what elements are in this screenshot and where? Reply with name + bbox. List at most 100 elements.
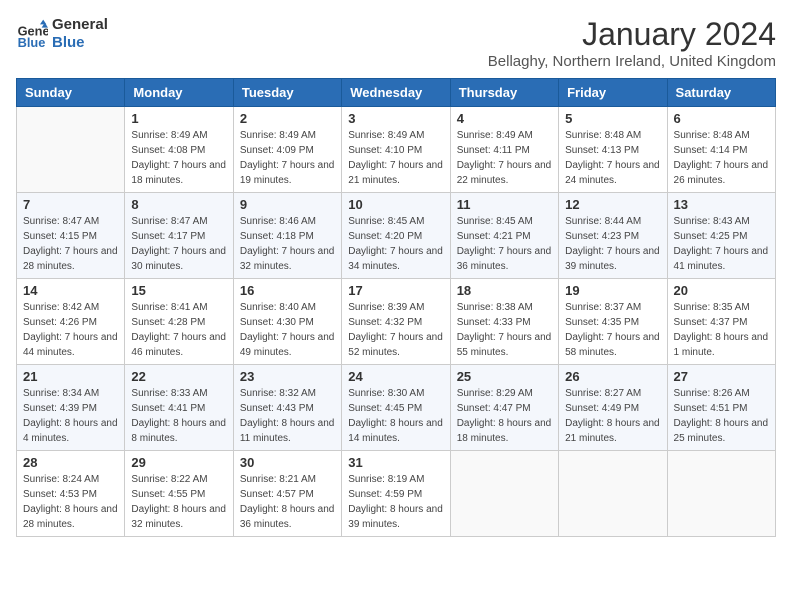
day-number: 7 [23,197,118,212]
calendar-cell: 1Sunrise: 8:49 AMSunset: 4:08 PMDaylight… [125,107,233,193]
svg-text:Blue: Blue [18,35,46,50]
day-number: 28 [23,455,118,470]
calendar-cell: 28 Sunrise: 8:24 AMSunset: 4:53 PMDayligh… [17,451,125,537]
page-header: General Blue General Blue January 2024 B… [16,16,776,70]
calendar-cell: 15 Sunrise: 8:41 AMSunset: 4:28 PMDayligh… [125,279,233,365]
calendar-cell: 17 Sunrise: 8:39 AMSunset: 4:32 PMDayligh… [342,279,450,365]
day-number: 19 [565,283,660,298]
day-number: 14 [23,283,118,298]
day-number: 29 [131,455,226,470]
calendar-cell: 31 Sunrise: 8:19 AMSunset: 4:59 PMDayligh… [342,451,450,537]
day-info: Sunrise: 8:49 AMSunset: 4:11 PMDaylight:… [457,128,552,188]
day-info: Sunrise: 8:45 AMSunset: 4:20 PMDaylight:… [348,214,443,274]
calendar-cell: 10 Sunrise: 8:45 AMSunset: 4:20 PMDayligh… [342,193,450,279]
day-info: Sunrise: 8:30 AMSunset: 4:45 PMDaylight:… [348,386,443,446]
calendar-cell [450,451,558,537]
day-number: 18 [457,283,552,298]
weekday-header-tuesday: Tuesday [233,79,341,107]
calendar-week-4: 21Sunrise: 8:34 AMSunset: 4:39 PMDayligh… [17,365,776,451]
weekday-header-thursday: Thursday [450,79,558,107]
calendar-cell: 27Sunrise: 8:26 AMSunset: 4:51 PMDayligh… [667,365,775,451]
day-info: Sunrise: 8:32 AMSunset: 4:43 PMDaylight:… [240,386,335,446]
weekday-header-row: SundayMondayTuesdayWednesdayThursdayFrid… [17,79,776,107]
calendar-cell: 25Sunrise: 8:29 AMSunset: 4:47 PMDayligh… [450,365,558,451]
day-number: 27 [674,369,769,384]
day-info: Sunrise: 8:49 AMSunset: 4:10 PMDaylight:… [348,128,443,188]
day-number: 4 [457,111,552,126]
month-title: January 2024 [488,16,776,53]
day-number: 23 [240,369,335,384]
day-number: 17 [348,283,443,298]
day-info: Sunrise: 8:39 AMSunset: 4:32 PMDaylight:… [348,300,443,360]
day-info: Sunrise: 8:49 AMSunset: 4:08 PMDaylight:… [131,128,226,188]
calendar-cell: 5 Sunrise: 8:48 AMSunset: 4:13 PMDaylight… [559,107,667,193]
day-info: Sunrise: 8:22 AMSunset: 4:55 PMDaylight:… [131,472,226,532]
calendar-cell: 22Sunrise: 8:33 AMSunset: 4:41 PMDayligh… [125,365,233,451]
calendar-table: SundayMondayTuesdayWednesdayThursdayFrid… [16,78,776,537]
calendar-cell: 11 Sunrise: 8:45 AMSunset: 4:21 PMDayligh… [450,193,558,279]
weekday-header-sunday: Sunday [17,79,125,107]
day-number: 9 [240,197,335,212]
weekday-header-saturday: Saturday [667,79,775,107]
calendar-cell [667,451,775,537]
day-info: Sunrise: 8:45 AMSunset: 4:21 PMDaylight:… [457,214,552,274]
day-number: 30 [240,455,335,470]
day-info: Sunrise: 8:35 AMSunset: 4:37 PMDaylight:… [674,300,769,360]
day-info: Sunrise: 8:38 AMSunset: 4:33 PMDaylight:… [457,300,552,360]
logo-icon: General Blue [16,18,48,50]
calendar-cell: 24 Sunrise: 8:30 AMSunset: 4:45 PMDayligh… [342,365,450,451]
calendar-cell: 20Sunrise: 8:35 AMSunset: 4:37 PMDayligh… [667,279,775,365]
calendar-cell [17,107,125,193]
day-number: 2 [240,111,335,126]
day-number: 12 [565,197,660,212]
day-number: 24 [348,369,443,384]
calendar-cell: 9 Sunrise: 8:46 AMSunset: 4:18 PMDaylight… [233,193,341,279]
title-block: January 2024 Bellaghy, Northern Ireland,… [488,16,776,70]
calendar-cell: 6 Sunrise: 8:48 AMSunset: 4:14 PMDaylight… [667,107,775,193]
weekday-header-friday: Friday [559,79,667,107]
day-info: Sunrise: 8:44 AMSunset: 4:23 PMDaylight:… [565,214,660,274]
weekday-header-monday: Monday [125,79,233,107]
calendar-cell: 16 Sunrise: 8:40 AMSunset: 4:30 PMDayligh… [233,279,341,365]
day-number: 5 [565,111,660,126]
calendar-cell: 29 Sunrise: 8:22 AMSunset: 4:55 PMDayligh… [125,451,233,537]
calendar-cell: 4 Sunrise: 8:49 AMSunset: 4:11 PMDaylight… [450,107,558,193]
logo-text-general: General [52,16,108,34]
calendar-cell: 8Sunrise: 8:47 AMSunset: 4:17 PMDaylight… [125,193,233,279]
calendar-cell: 19 Sunrise: 8:37 AMSunset: 4:35 PMDayligh… [559,279,667,365]
day-number: 11 [457,197,552,212]
day-number: 15 [131,283,226,298]
calendar-cell: 30 Sunrise: 8:21 AMSunset: 4:57 PMDayligh… [233,451,341,537]
day-number: 31 [348,455,443,470]
calendar-cell: 13Sunrise: 8:43 AMSunset: 4:25 PMDayligh… [667,193,775,279]
day-number: 10 [348,197,443,212]
day-number: 26 [565,369,660,384]
day-number: 16 [240,283,335,298]
calendar-cell: 7Sunrise: 8:47 AMSunset: 4:15 PMDaylight… [17,193,125,279]
day-number: 6 [674,111,769,126]
calendar-cell: 23 Sunrise: 8:32 AMSunset: 4:43 PMDayligh… [233,365,341,451]
day-info: Sunrise: 8:19 AMSunset: 4:59 PMDaylight:… [348,472,443,532]
calendar-cell: 18 Sunrise: 8:38 AMSunset: 4:33 PMDayligh… [450,279,558,365]
calendar-week-5: 28 Sunrise: 8:24 AMSunset: 4:53 PMDayligh… [17,451,776,537]
day-info: Sunrise: 8:40 AMSunset: 4:30 PMDaylight:… [240,300,335,360]
calendar-cell: 26Sunrise: 8:27 AMSunset: 4:49 PMDayligh… [559,365,667,451]
day-number: 13 [674,197,769,212]
day-number: 22 [131,369,226,384]
day-info: Sunrise: 8:48 AMSunset: 4:14 PMDaylight:… [674,128,769,188]
day-info: Sunrise: 8:24 AMSunset: 4:53 PMDaylight:… [23,472,118,532]
day-info: Sunrise: 8:47 AMSunset: 4:17 PMDaylight:… [131,214,226,274]
day-info: Sunrise: 8:46 AMSunset: 4:18 PMDaylight:… [240,214,335,274]
calendar-week-2: 7Sunrise: 8:47 AMSunset: 4:15 PMDaylight… [17,193,776,279]
calendar-cell: 21Sunrise: 8:34 AMSunset: 4:39 PMDayligh… [17,365,125,451]
day-number: 3 [348,111,443,126]
day-info: Sunrise: 8:37 AMSunset: 4:35 PMDaylight:… [565,300,660,360]
day-info: Sunrise: 8:49 AMSunset: 4:09 PMDaylight:… [240,128,335,188]
day-info: Sunrise: 8:34 AMSunset: 4:39 PMDaylight:… [23,386,118,446]
calendar-cell [559,451,667,537]
day-info: Sunrise: 8:21 AMSunset: 4:57 PMDaylight:… [240,472,335,532]
day-info: Sunrise: 8:48 AMSunset: 4:13 PMDaylight:… [565,128,660,188]
location-title: Bellaghy, Northern Ireland, United Kingd… [488,53,776,70]
day-info: Sunrise: 8:41 AMSunset: 4:28 PMDaylight:… [131,300,226,360]
calendar-week-1: 1Sunrise: 8:49 AMSunset: 4:08 PMDaylight… [17,107,776,193]
